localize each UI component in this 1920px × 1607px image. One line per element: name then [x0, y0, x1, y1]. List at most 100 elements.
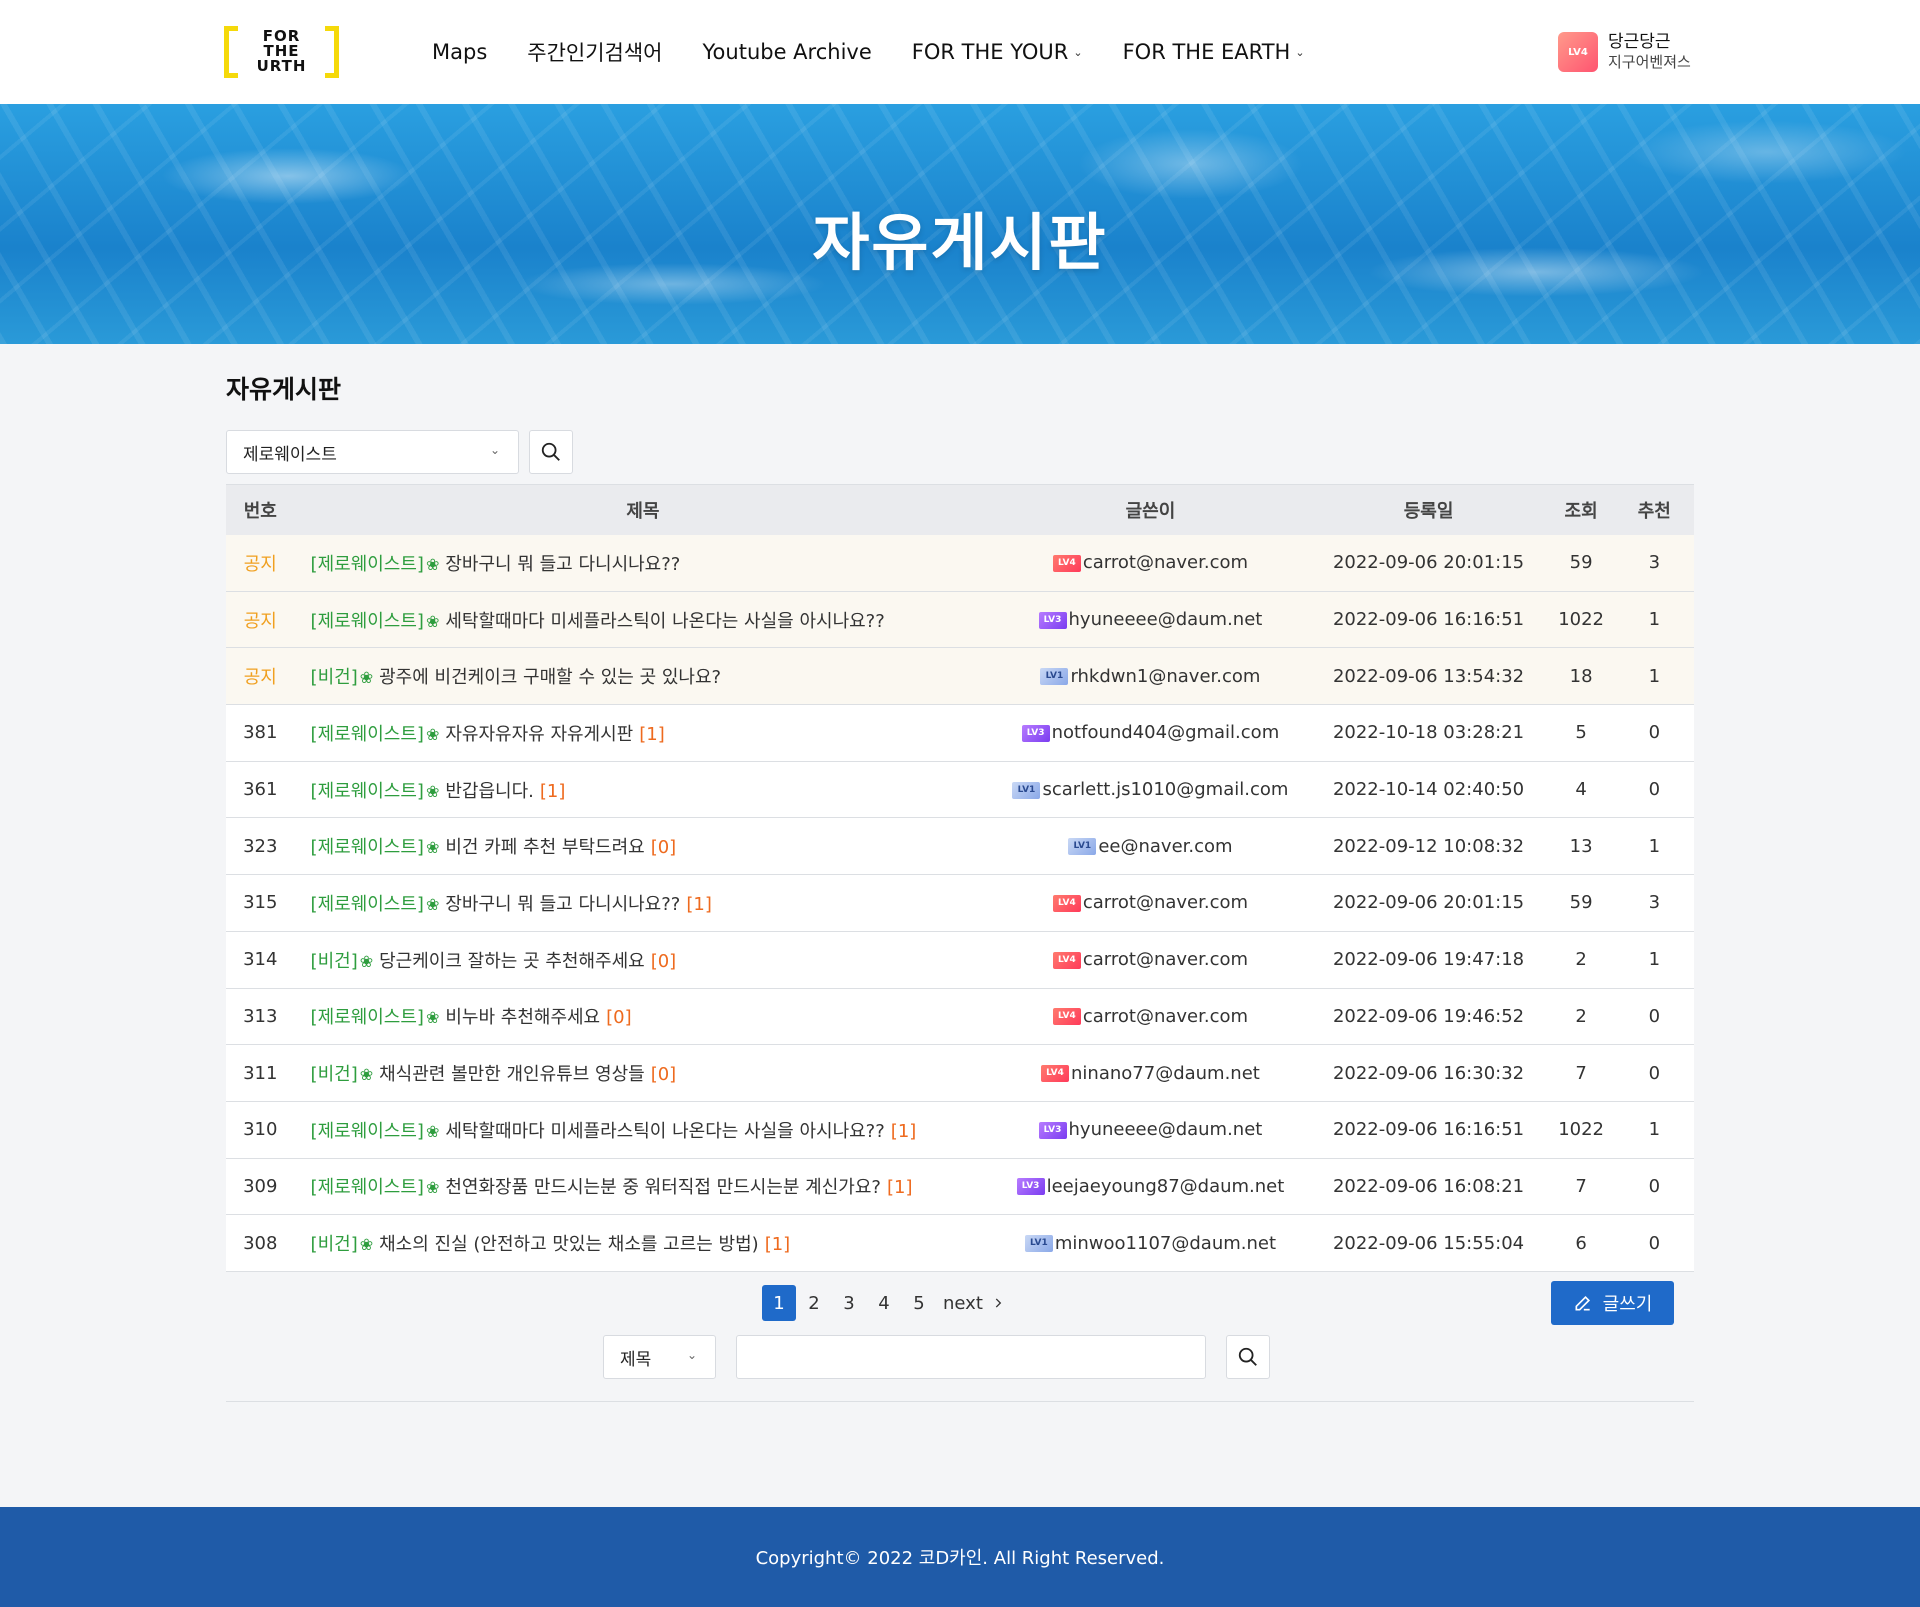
post-title-cell[interactable]: [제로웨이스트] ❀ 세탁할때마다 미세플라스틱이 나온다는 사실을 아시나요?? — [295, 591, 992, 648]
leaf-icon: ❀ — [425, 894, 440, 914]
table-row[interactable]: 381 [제로웨이스트] ❀ 자유자유자유 자유게시판 [1] LV3 notfound40… — [226, 704, 1694, 762]
post-title-cell[interactable]: [비건] ❀ 당근케이크 잘하는 곳 추천해주세요 [0] — [295, 931, 992, 988]
page-5[interactable]: 5 — [902, 1285, 936, 1321]
post-title[interactable]: 비누바 추천해주세요 — [445, 1007, 600, 1028]
post-author-cell: LV4 carrot@naver.com — [991, 931, 1309, 988]
post-date: 2022-09-06 20:01:15 — [1332, 552, 1525, 574]
footer-copyright: Copyright© 2022 코D카인. All Right Reserved… — [755, 1548, 1165, 1569]
search-icon — [1238, 1347, 1257, 1366]
post-author: hyuneeee@daum.net — [1068, 1119, 1263, 1141]
table-row[interactable]: 309 [제로웨이스트] ❀ 천연화장품 만드시는분 중 워터직접 만드시는분 계신가… — [226, 1158, 1694, 1215]
post-title[interactable]: 세탁할때마다 미세플라스틱이 나온다는 사실을 아시나요?? — [445, 611, 884, 632]
post-title[interactable]: 비건 카페 추천 부탁드려요 — [445, 837, 644, 858]
post-date: 2022-09-06 13:54:32 — [1332, 665, 1525, 687]
post-title-cell[interactable]: [제로웨이스트] ❀ 반갑읍니다. [1] — [295, 761, 992, 818]
nav-youtube-archive[interactable]: Youtube Archive — [703, 40, 872, 64]
post-number: 공지 — [243, 610, 277, 632]
user-names: 당근당근 지구어벤져스 — [1608, 32, 1691, 72]
post-title[interactable]: 채소의 진실 (안전하고 맛있는 채소를 고르는 방법) — [379, 1234, 759, 1255]
comment-count: [1] — [686, 893, 712, 915]
user-team: 지구어벤져스 — [1608, 53, 1691, 71]
post-category: [제로웨이스트] — [310, 723, 424, 745]
post-category: [제로웨이스트] — [310, 780, 424, 802]
post-title[interactable]: 장바구니 뭐 들고 다니시나요?? — [445, 554, 680, 575]
post-recommend: 1 — [1648, 949, 1661, 971]
post-title[interactable]: 반갑읍니다. — [445, 781, 534, 802]
post-title-cell[interactable]: [제로웨이스트] ❀ 장바구니 뭐 들고 다니시나요?? [1] — [295, 875, 992, 932]
nav-label: Youtube Archive — [702, 40, 872, 64]
post-title-cell[interactable]: [비건] ❀ 채식관련 볼만한 개인유튜브 영상들 [0] — [295, 1045, 992, 1102]
post-title[interactable]: 광주에 비건케이크 구매할 수 있는 곳 있나요? — [379, 667, 721, 688]
post-title[interactable]: 채식관련 볼만한 개인유튜브 영상들 — [379, 1064, 645, 1085]
post-title-cell[interactable]: [제로웨이스트] ❀ 자유자유자유 자유게시판 [1] — [295, 705, 992, 762]
nav-maps[interactable]: Maps — [432, 40, 487, 64]
post-title[interactable]: 세탁할때마다 미세플라스틱이 나온다는 사실을 아시나요?? — [445, 1121, 884, 1142]
post-date: 2022-09-06 16:16:51 — [1332, 609, 1525, 631]
post-author: scarlett.js1010@gmail.com — [1042, 779, 1289, 801]
site-logo[interactable]: FOR THE URTH — [224, 26, 339, 78]
post-recommend: 0 — [1648, 779, 1661, 801]
user-nickname: 당근당근 — [1608, 32, 1671, 52]
logo-bracket-right — [325, 26, 339, 78]
page-1[interactable]: 1 — [762, 1285, 796, 1321]
page-3[interactable]: 3 — [832, 1285, 866, 1321]
post-title[interactable]: 당근케이크 잘하는 곳 추천해주세요 — [379, 951, 645, 972]
page-2[interactable]: 2 — [797, 1285, 831, 1321]
footer: Copyright© 2022 코D카인. All Right Reserved… — [0, 1507, 1920, 1607]
search-input[interactable] — [736, 1335, 1206, 1379]
post-recommend: 1 — [1648, 1119, 1661, 1141]
post-title-cell[interactable]: [제로웨이스트] ❀ 비누바 추천해주세요 [0] — [295, 988, 992, 1045]
nav-for-the-your[interactable]: FOR THE YOUR ⌄ — [912, 40, 1083, 64]
table-row[interactable]: 310 [제로웨이스트] ❀ 세탁할때마다 미세플라스틱이 나온다는 사실을 아시나요… — [226, 1101, 1694, 1159]
table-row[interactable]: 공지 [제로웨이스트] ❀ 세탁할때마다 미세플라스틱이 나온다는 사실을 아시나요?… — [226, 591, 1694, 648]
category-search-button[interactable] — [529, 430, 573, 474]
post-author: ninano77@daum.net — [1071, 1062, 1260, 1084]
post-category: [제로웨이스트] — [310, 610, 424, 632]
table-row[interactable]: 323 [제로웨이스트] ❀ 비건 카페 추천 부탁드려요 [0] LV1 ee@naver… — [226, 817, 1694, 875]
post-title[interactable]: 천연화장품 만드시는분 중 워터직접 만드시는분 계신가요? — [445, 1177, 881, 1198]
post-recommend: 0 — [1648, 1175, 1661, 1197]
level-badge-icon: LV4 — [1052, 894, 1081, 912]
post-views: 59 — [1569, 892, 1593, 914]
post-category: [제로웨이스트] — [310, 1007, 424, 1029]
search-icon — [541, 442, 560, 461]
table-row[interactable]: 313 [제로웨이스트] ❀ 비누바 추천해주세요 [0] LV4 carrot@naver… — [226, 988, 1694, 1045]
category-select[interactable]: 제로웨이스트 ⌄ — [226, 430, 519, 474]
post-title[interactable]: 장바구니 뭐 들고 다니시나요?? — [445, 894, 680, 915]
post-author-cell: LV3 hyuneeee@daum.net — [991, 1101, 1309, 1158]
table-row[interactable]: 공지 [비건] ❀ 광주에 비건케이크 구매할 수 있는 곳 있나요? LV1 rhkdw… — [226, 647, 1694, 705]
post-title-cell[interactable]: [제로웨이스트] ❀ 비건 카페 추천 부탁드려요 [0] — [295, 818, 992, 875]
post-title[interactable]: 자유자유자유 자유게시판 — [445, 724, 633, 745]
table-row[interactable]: 314 [비건] ❀ 당근케이크 잘하는 곳 추천해주세요 [0] LV4 carrot@n… — [226, 931, 1694, 988]
page-4[interactable]: 4 — [867, 1285, 901, 1321]
write-post-button[interactable]: 글쓰기 — [1551, 1281, 1674, 1325]
post-author-cell: LV1 scarlett.js1010@gmail.com — [991, 761, 1309, 818]
post-title-cell[interactable]: [제로웨이스트] ❀ 천연화장품 만드시는분 중 워터직접 만드시는분 계신가요?[… — [295, 1158, 992, 1215]
post-title-cell[interactable]: [제로웨이스트] ❀ 장바구니 뭐 들고 다니시나요?? — [295, 535, 992, 592]
next-page-button[interactable]: next — [937, 1285, 1011, 1321]
level-badge-icon: LV3 — [1038, 611, 1067, 629]
comment-count: [1] — [639, 723, 665, 745]
post-title-cell[interactable]: [비건] ❀ 광주에 비건케이크 구매할 수 있는 곳 있나요? — [295, 648, 992, 705]
nav-weekly-keywords[interactable]: 주간인기검색어 — [527, 37, 662, 67]
post-recommend: 0 — [1648, 1232, 1661, 1254]
leaf-icon: ❀ — [425, 1008, 440, 1028]
post-author: leejaeyoung87@daum.net — [1046, 1175, 1285, 1197]
leaf-icon: ❀ — [425, 781, 440, 801]
post-title-cell[interactable]: [비건] ❀ 채소의 진실 (안전하고 맛있는 채소를 고르는 방법) [1] — [295, 1215, 992, 1272]
chevron-down-icon: ⌄ — [686, 1348, 697, 1362]
table-row[interactable]: 308 [비건] ❀ 채소의 진실 (안전하고 맛있는 채소를 고르는 방법) [1] L… — [226, 1214, 1694, 1272]
post-author: ee@naver.com — [1098, 835, 1233, 857]
table-row[interactable]: 315 [제로웨이스트] ❀ 장바구니 뭐 들고 다니시나요?? [1] LV4 carro… — [226, 874, 1694, 932]
user-profile[interactable]: LV4 당근당근 지구어벤져스 — [1558, 28, 1691, 76]
chevron-right-icon — [995, 1298, 1002, 1308]
table-row[interactable]: 361 [제로웨이스트] ❀ 반갑읍니다. [1] LV1 scarlett.js1010@… — [226, 761, 1694, 818]
search-button[interactable] — [1226, 1335, 1270, 1379]
nav-for-the-earth[interactable]: FOR THE EARTH ⌄ — [1123, 40, 1305, 64]
table-row[interactable]: 공지 [제로웨이스트] ❀ 장바구니 뭐 들고 다니시나요?? LV4 carrot@na… — [226, 534, 1694, 592]
search-field-select[interactable]: 제목 ⌄ — [603, 1335, 716, 1379]
post-title-cell[interactable]: [제로웨이스트] ❀ 세탁할때마다 미세플라스틱이 나온다는 사실을 아시나요?? [… — [295, 1101, 992, 1158]
table-row[interactable]: 311 [비건] ❀ 채식관련 볼만한 개인유튜브 영상들 [0] LV4 ninano77… — [226, 1044, 1694, 1102]
post-category: [비건] — [310, 950, 358, 972]
comment-count: [1] — [890, 1120, 917, 1142]
